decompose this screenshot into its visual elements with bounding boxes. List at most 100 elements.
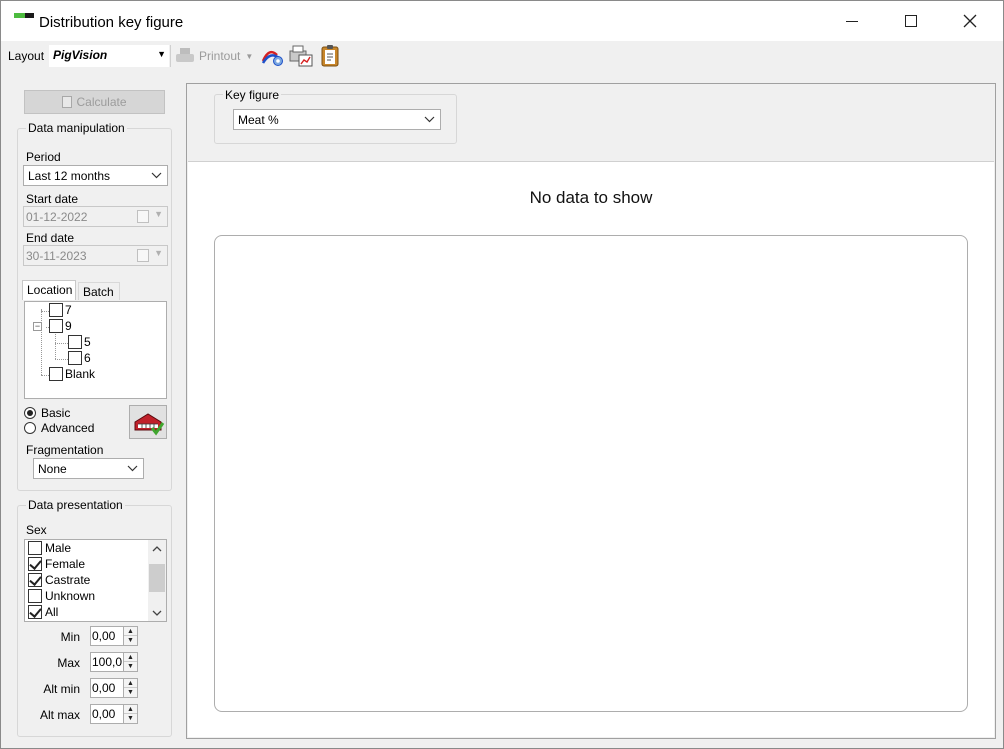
tree-item[interactable]: 5 (68, 335, 91, 349)
scrollbar[interactable] (148, 540, 166, 621)
data-presentation-title: Data presentation (26, 498, 125, 512)
print-preview-icon[interactable] (289, 45, 313, 67)
tree-item-label: Blank (65, 367, 96, 381)
fragmentation-select[interactable]: None (33, 458, 144, 479)
calculate-button[interactable]: Calculate (24, 90, 165, 114)
chart-settings-icon[interactable] (261, 45, 285, 67)
end-date-picker[interactable]: 30-11-2023 ▼ (23, 245, 168, 266)
data-manipulation-title: Data manipulation (26, 121, 127, 135)
spin-down-icon[interactable]: ▼ (124, 662, 137, 671)
tree-item-label: 5 (84, 335, 91, 349)
list-item-label: Unknown (45, 589, 96, 603)
spinner-buttons[interactable]: ▲ ▼ (123, 653, 137, 671)
alt-min-row: Alt min 0,00 ▲ ▼ (17, 678, 172, 700)
checkbox[interactable] (28, 605, 42, 619)
spin-up-icon[interactable]: ▲ (124, 653, 137, 662)
tab-location[interactable]: Location (22, 280, 76, 300)
tree-item-label: 6 (84, 351, 91, 365)
printout-caret-icon: ▼ (245, 51, 254, 61)
end-date-label: End date (26, 231, 75, 245)
alt-min-label: Alt min (43, 682, 80, 696)
checkbox[interactable] (28, 573, 42, 587)
max-spinner[interactable]: 100,0 ▲ ▼ (90, 652, 138, 672)
spin-up-icon[interactable]: ▲ (124, 627, 137, 636)
tree-item[interactable]: 7 (49, 303, 72, 317)
checkbox[interactable] (49, 303, 63, 317)
list-item[interactable]: Male (28, 541, 71, 555)
list-item[interactable]: Unknown (28, 589, 95, 603)
scroll-thumb[interactable] (149, 564, 165, 592)
key-figure-label: Key figure (223, 88, 282, 102)
basic-label: Basic (41, 406, 71, 420)
alt-min-value: 0,00 (92, 681, 116, 695)
tree-item[interactable]: Blank (49, 367, 95, 381)
printout-label: Printout (199, 49, 241, 63)
list-item[interactable]: Female (28, 557, 85, 571)
advanced-radio[interactable]: Advanced (24, 421, 94, 435)
tree-item-label: 9 (65, 319, 72, 333)
checkbox[interactable] (28, 557, 42, 571)
tree-item[interactable]: 9 (49, 319, 72, 333)
layout-value: PigVision (53, 48, 108, 62)
min-spinner[interactable]: 0,00 ▲ ▼ (90, 626, 138, 646)
maximize-button[interactable] (882, 1, 940, 41)
spin-down-icon[interactable]: ▼ (124, 636, 137, 645)
checkbox[interactable] (68, 351, 82, 365)
radio-button[interactable] (24, 407, 36, 419)
close-icon (963, 14, 977, 28)
radio-button[interactable] (24, 422, 36, 434)
basic-radio[interactable]: Basic (24, 406, 70, 420)
spin-up-icon[interactable]: ▲ (124, 679, 137, 688)
advanced-label: Advanced (41, 421, 95, 435)
checkbox[interactable] (49, 319, 63, 333)
key-figure-group: Key figure Meat % (214, 88, 457, 144)
collapse-icon[interactable]: − (33, 322, 42, 331)
spin-up-icon[interactable]: ▲ (124, 705, 137, 714)
list-item[interactable]: Castrate (28, 573, 90, 587)
alt-min-spinner[interactable]: 0,00 ▲ ▼ (90, 678, 138, 698)
spinner-buttons[interactable]: ▲ ▼ (123, 627, 137, 645)
alt-max-spinner[interactable]: 0,00 ▲ ▼ (90, 704, 138, 724)
max-row: Max 100,0 ▲ ▼ (17, 652, 172, 674)
spin-down-icon[interactable]: ▼ (124, 688, 137, 697)
list-item[interactable]: All (28, 605, 58, 619)
clipboard-icon[interactable] (318, 45, 342, 67)
printout-button[interactable]: Printout ▼ (176, 46, 253, 66)
spinner-buttons[interactable]: ▲ ▼ (123, 679, 137, 697)
key-figure-value: Meat % (238, 113, 279, 127)
tree-item[interactable]: 6 (68, 351, 91, 365)
calendar-icon (137, 210, 149, 223)
dropdown-arrow-icon: ▼ (154, 248, 163, 258)
period-label: Period (26, 150, 61, 164)
spin-down-icon[interactable]: ▼ (124, 714, 137, 723)
tab-batch[interactable]: Batch (78, 282, 120, 300)
title-bar: Distribution key figure (1, 1, 1003, 41)
layout-select[interactable]: PigVision ▼ (49, 45, 169, 67)
calculator-icon (62, 96, 73, 108)
fragmentation-value: None (38, 462, 67, 476)
spinner-buttons[interactable]: ▲ ▼ (123, 705, 137, 723)
start-date-picker[interactable]: 01-12-2022 ▼ (23, 206, 168, 227)
location-tree: − 7 9 5 6 Blank (24, 301, 167, 399)
main-panel: Key figure Meat % No data to show (186, 83, 996, 739)
checkbox[interactable] (68, 335, 82, 349)
list-item-label: Male (45, 541, 72, 555)
plot-frame (214, 235, 968, 712)
close-button[interactable] (941, 1, 999, 41)
barn-check-button[interactable] (129, 405, 167, 439)
checkbox[interactable] (28, 589, 42, 603)
end-date-value: 30-11-2023 (26, 249, 87, 263)
min-value: 0,00 (92, 629, 116, 643)
period-select[interactable]: Last 12 months (23, 165, 168, 186)
list-item-label: Female (45, 557, 86, 571)
key-figure-select[interactable]: Meat % (233, 109, 441, 130)
scroll-up-icon[interactable] (148, 540, 166, 557)
scroll-down-icon[interactable] (148, 604, 166, 621)
checkbox[interactable] (49, 367, 63, 381)
calculate-label: Calculate (76, 95, 127, 109)
printer-icon (176, 48, 194, 64)
checkbox[interactable] (28, 541, 42, 555)
minimize-button[interactable] (823, 1, 881, 41)
app-window: Distribution key figure Layout PigVision… (0, 0, 1004, 749)
sex-list: Male Female Castrate Unknown All (24, 539, 167, 622)
